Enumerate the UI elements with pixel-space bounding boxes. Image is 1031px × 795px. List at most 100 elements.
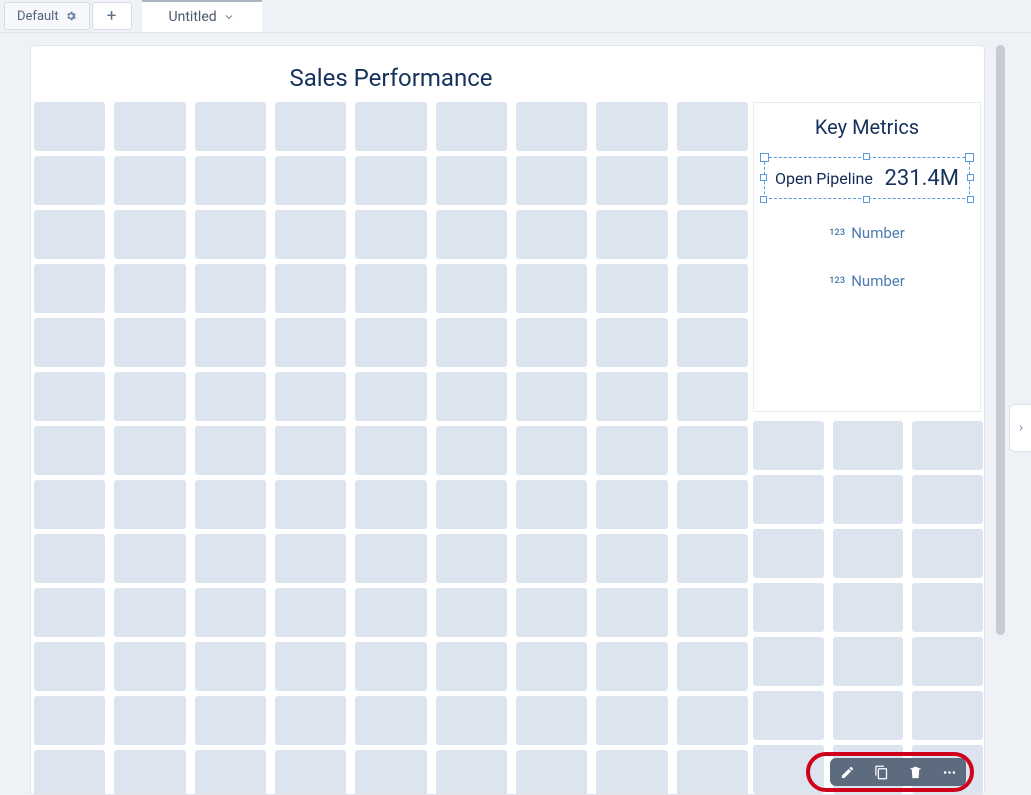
grid-cell[interactable] [677,534,748,583]
grid-cell[interactable] [516,642,587,691]
grid-cell[interactable] [275,210,346,259]
grid-cell[interactable] [34,426,105,475]
grid-cell[interactable] [114,318,185,367]
grid-cell[interactable] [355,372,426,421]
grid-cell[interactable] [436,210,507,259]
grid-cell[interactable] [753,637,824,686]
grid-cell[interactable] [833,583,904,632]
tab-add-button[interactable]: + [92,2,132,30]
grid-cell[interactable] [753,475,824,524]
grid-cell[interactable] [753,691,824,740]
selection-handle[interactable] [760,196,767,203]
grid-cell[interactable] [195,534,266,583]
grid-cell[interactable] [596,426,667,475]
grid-cell[interactable] [677,750,748,795]
grid-cell[interactable] [516,480,587,529]
grid-cell[interactable] [114,642,185,691]
grid-cell[interactable] [596,318,667,367]
grid-cell[interactable] [355,642,426,691]
grid-cell[interactable] [753,529,824,578]
grid-cell[interactable] [677,318,748,367]
grid-cell[interactable] [516,264,587,313]
grid-cell[interactable] [596,588,667,637]
grid-cell[interactable] [912,583,983,632]
grid-cell[interactable] [114,750,185,795]
grid-cell[interactable] [677,642,748,691]
selection-handle[interactable] [967,196,974,203]
grid-cell[interactable] [275,264,346,313]
grid-cell[interactable] [34,534,105,583]
grid-cell[interactable] [596,102,667,151]
grid-cell[interactable] [114,534,185,583]
grid-cell[interactable] [195,588,266,637]
grid-cell[interactable] [912,421,983,470]
grid-cell[interactable] [34,102,105,151]
grid-cell[interactable] [195,642,266,691]
grid-cell[interactable] [436,642,507,691]
grid-cell[interactable] [596,750,667,795]
grid-cell[interactable] [912,691,983,740]
grid-cell[interactable] [596,534,667,583]
grid-cell[interactable] [195,318,266,367]
grid-cell[interactable] [275,102,346,151]
grid-cell[interactable] [436,264,507,313]
grid-cell[interactable] [753,583,824,632]
grid-cell[interactable] [436,696,507,745]
grid-cell[interactable] [912,529,983,578]
grid-cell[interactable] [195,696,266,745]
edit-button[interactable] [836,761,858,783]
grid-cell[interactable] [275,588,346,637]
grid-cell[interactable] [195,264,266,313]
grid-cell[interactable] [34,642,105,691]
grid-cell[interactable] [355,264,426,313]
selection-handle[interactable] [760,174,767,181]
grid-cell[interactable] [195,750,266,795]
grid-cell[interactable] [596,210,667,259]
scrollbar-vertical[interactable] [996,45,1005,635]
grid-cell[interactable] [195,102,266,151]
selection-handle[interactable] [863,196,870,203]
grid-cell[interactable] [355,480,426,529]
grid-cell[interactable] [596,642,667,691]
grid-cell[interactable] [34,372,105,421]
grid-cell[interactable] [833,691,904,740]
grid-cell[interactable] [516,426,587,475]
grid-cell[interactable] [516,696,587,745]
more-button[interactable] [938,761,960,783]
grid-cell[interactable] [34,696,105,745]
grid-cell[interactable] [34,156,105,205]
grid-cell[interactable] [516,210,587,259]
grid-cell[interactable] [195,210,266,259]
grid-cell[interactable] [753,421,824,470]
grid-cell[interactable] [436,372,507,421]
grid-cell[interactable] [275,642,346,691]
grid-cell[interactable] [596,264,667,313]
grid-cell[interactable] [516,750,587,795]
grid-cell[interactable] [34,480,105,529]
layout-grid-right[interactable] [753,421,983,795]
grid-cell[interactable] [275,426,346,475]
grid-cell[interactable] [114,696,185,745]
grid-cell[interactable] [677,264,748,313]
grid-cell[interactable] [596,696,667,745]
grid-cell[interactable] [677,210,748,259]
grid-cell[interactable] [912,475,983,524]
grid-cell[interactable] [355,102,426,151]
grid-cell[interactable] [114,264,185,313]
grid-cell[interactable] [436,534,507,583]
grid-cell[interactable] [195,480,266,529]
grid-cell[interactable] [275,156,346,205]
grid-cell[interactable] [516,588,587,637]
grid-cell[interactable] [355,750,426,795]
grid-cell[interactable] [355,588,426,637]
grid-cell[interactable] [677,588,748,637]
grid-cell[interactable] [516,534,587,583]
grid-cell[interactable] [114,102,185,151]
grid-cell[interactable] [355,426,426,475]
grid-cell[interactable] [34,318,105,367]
grid-cell[interactable] [596,372,667,421]
selection-handle[interactable] [863,153,870,160]
grid-cell[interactable] [114,210,185,259]
grid-cell[interactable] [516,156,587,205]
grid-cell[interactable] [114,480,185,529]
